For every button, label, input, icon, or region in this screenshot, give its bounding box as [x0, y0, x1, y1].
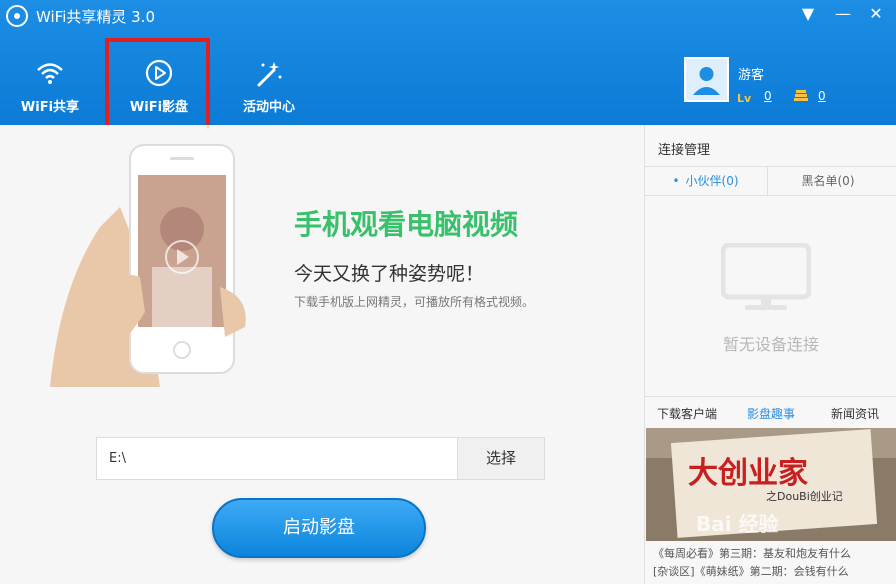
nav-wifi-share[interactable]: WiFi共享 [3, 46, 97, 118]
user-icon [693, 67, 720, 95]
nav-activity-center-label: 活动中心 [242, 100, 295, 115]
app-header: WiFi共享精灵 3.0 ▼ — ✕ WiFi共享 WiFi影盘 活动中心 游客… [0, 0, 896, 136]
start-movie-disk-button[interactable]: 启动影盘 [212, 498, 426, 558]
select-folder-button[interactable]: 选择 [457, 437, 545, 480]
connection-tabs: 小伙伴(0) 黑名单(0) [645, 166, 896, 196]
minimize-button[interactable]: — [831, 2, 855, 26]
tab-partners[interactable]: 小伙伴(0) [645, 167, 766, 195]
magic-wand-icon [257, 62, 282, 87]
empty-state-text: 暂无设备连接 [722, 335, 819, 354]
news-banner-image[interactable]: 大创业家 之DouBi创业记 Bai 经验 [646, 428, 896, 541]
close-button[interactable]: ✕ [864, 2, 888, 26]
banner-main-text: 大创业家 [688, 456, 808, 491]
user-name: 游客 [738, 68, 765, 83]
baidu-watermark: Bai 经验 [696, 512, 779, 536]
promo-subtitle: 今天又换了种姿势呢！ [294, 263, 485, 285]
wifi-icon [37, 63, 63, 84]
banner-sub-text: 之DouBi创业记 [766, 489, 843, 503]
side-panel-title: 连接管理 [658, 143, 711, 158]
tab-blacklist[interactable]: 黑名单(0) [767, 167, 888, 195]
menu-dropdown-icon[interactable]: ▼ [796, 2, 820, 26]
tab-download-client[interactable]: 下载客户端 [657, 405, 717, 422]
tab-news[interactable]: 新闻资讯 [831, 405, 879, 422]
main-content: 手机观看电脑视频 今天又换了种姿势呢！ 下载手机版上网精灵，可播放所有格式视频。… [0, 125, 644, 584]
news-list: 《每周必看》第三期：基友和炮友有什么 [杂谈区]《萌妹纸》第二期：会钱有什么 [645, 545, 896, 581]
nav-activity-center[interactable]: 活动中心 [222, 46, 316, 118]
side-panel: 连接管理 小伙伴(0) 黑名单(0) 暂无设备连接 下载客户端 影盘趣事 新闻资… [644, 125, 896, 584]
avatar[interactable] [684, 57, 729, 102]
news-item[interactable]: 《每周必看》第三期：基友和炮友有什么 [645, 545, 896, 563]
promo-description: 下载手机版上网精灵，可播放所有格式视频。 [294, 295, 535, 309]
user-level[interactable]: 0 [764, 89, 772, 103]
highlight-box [105, 38, 210, 136]
phone-video-illustration [50, 144, 246, 387]
user-coins[interactable]: 0 [818, 89, 826, 103]
news-item[interactable]: [杂谈区]《萌妹纸》第二期：会钱有什么 [645, 563, 896, 581]
monitor-icon [721, 243, 811, 310]
nav-wifi-share-label: WiFi共享 [20, 100, 80, 115]
coin-stack-icon [794, 90, 808, 101]
title-bar: WiFi共享精灵 3.0 ▼ — ✕ [0, 0, 896, 32]
folder-path-input[interactable]: E:\ [96, 437, 458, 480]
bottom-tabs: 下载客户端 影盘趣事 新闻资讯 [645, 396, 896, 428]
app-logo-icon [6, 5, 28, 27]
tab-disk-fun[interactable]: 影盘趣事 [747, 405, 795, 422]
level-badge-icon: Lv [737, 92, 752, 105]
promo-title: 手机观看电脑视频 [294, 208, 519, 241]
app-title: WiFi共享精灵 3.0 [36, 8, 155, 26]
